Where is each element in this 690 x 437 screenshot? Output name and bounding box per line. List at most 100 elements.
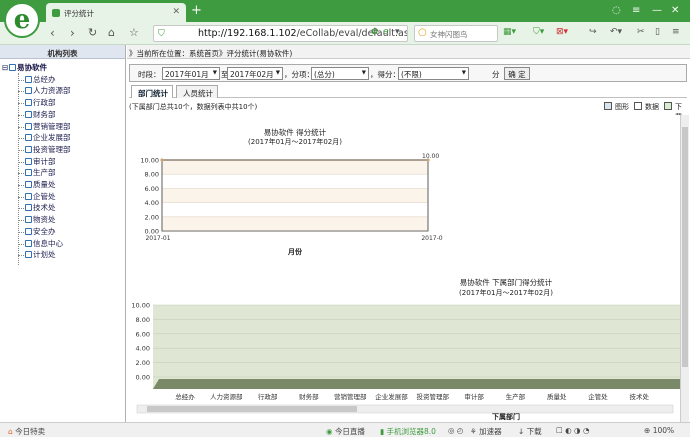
dept-icon [25,145,32,153]
tree-root[interactable]: ⊟ 易协软件 [2,62,125,74]
tree-item[interactable]: 安全办 [2,226,125,238]
period-to-select[interactable]: 2017年02月 [227,67,283,80]
tab-title: 评分统计 [64,9,94,18]
adblock-icon[interactable]: ⊠▾ [556,27,568,37]
skin-icon[interactable]: ◌ [612,5,621,16]
home-icon[interactable]: ⌂ [108,26,115,39]
chart1-ytick-label: 4.00 [145,199,159,207]
tree-item[interactable]: 生产部 [2,167,125,179]
download-icon [664,102,672,110]
tab-dept-stats[interactable]: 部门统计 [131,85,173,98]
dept-icon [25,110,32,118]
browser-tab[interactable]: 评分统计 ✕ [46,3,186,22]
minimize-icon[interactable]: — [652,5,662,16]
search-box[interactable]: ○ 女神闪图鸟 [414,25,498,42]
more-menu-icon[interactable]: ≡ [672,27,680,37]
tab-staff-stats[interactable]: 人员统计 [176,85,218,98]
address-bar[interactable]: ⛉ http://192.168.1.102/eCollab/eval/defa… [153,25,408,42]
chart1-ytick-label: 6.00 [145,185,159,193]
chart2-xlabel: 下属部门 [492,412,520,421]
summary-text: (下属部门总共10个，数据列表中共10个) [129,103,258,111]
chart2-xtick-label: 审计部 [464,392,484,401]
chart2-xtick-label: 人力资源部 [210,392,243,401]
tree-item[interactable]: 审计部 [2,156,125,168]
dept-icon [25,239,32,247]
dept-icon [25,216,32,224]
chart1-title: 易协软件 得分统计 [264,127,327,137]
chart2-xtick-label: 财务部 [299,392,319,401]
dept-icon [25,87,32,95]
charts-svg: 易协软件 得分统计(2017年01月～2017年02月)10.008.006.0… [131,127,680,421]
unit-label: 分 [492,70,500,79]
deals-link[interactable]: ⌂ 今日特卖 [8,426,45,437]
shield-icon[interactable]: ⛉▾ [533,27,544,37]
view-data-option[interactable]: 数据 [634,102,659,112]
tree-item[interactable]: 计划处 [2,249,125,261]
scrollbar-thumb[interactable] [682,127,688,367]
period-from-select[interactable]: 2017年01月 [162,67,220,80]
accelerator-link[interactable]: ⚘ 加速器 [470,426,502,437]
dept-icon [25,134,32,142]
category-select[interactable]: (总分) [311,67,369,80]
bookmark-star-icon[interactable]: ☆ [129,26,139,39]
tree-item[interactable]: 投资管理部 [2,144,125,156]
address-dropdown-icon[interactable]: ▾ [395,27,400,37]
download-link[interactable]: ↓ 下载 [518,426,542,437]
tree-item[interactable]: 人力资源部 [2,85,125,97]
deals-icon: ⌂ [8,427,13,436]
screenshot-icon[interactable]: ✂ [637,27,645,37]
dept-icon [25,99,32,107]
tree-item[interactable]: 总经办 [2,74,125,86]
reload-icon[interactable]: ↻ [88,26,97,39]
breadcrumb-home-link[interactable]: 系统首页 [189,49,219,58]
chart2-xtick-label: 企管处 [588,392,608,401]
new-tab-button[interactable]: + [191,3,202,18]
chart2-xtick-label: 生产部 [506,392,526,401]
phone-browser-link[interactable]: ▮ 手机浏览器8.0 [380,426,436,437]
stat-tabs: 部门统计 人员统计 [129,84,687,98]
data-view-icon [634,102,642,110]
tree-item[interactable]: 信息中心 [2,238,125,250]
tree-item[interactable]: 物资处 [2,214,125,226]
tree-item[interactable]: 企管处 [2,191,125,203]
confirm-button[interactable]: 确 定 [504,67,530,80]
undo-icon[interactable]: ↶▾ [610,27,622,37]
dept-icon [25,181,32,189]
chart2-xtick-label: 投资管理部 [417,392,450,401]
share-icon[interactable]: ↪ [589,27,597,37]
breadcrumb: 》当前所在位置：系统首页》评分统计(易协软件) [127,45,690,59]
chart2-ytick-label: 8.00 [136,316,150,324]
search-engine-icon: ○ [418,27,427,38]
view-chart-option[interactable]: 图形 [604,102,629,112]
org-tree: ⊟ 易协软件 总经办 人力资源部 行政部 财务部 营销管理部 企业发展部 投资管理… [0,59,125,265]
tree-item[interactable]: 企业发展部 [2,132,125,144]
tree-item[interactable]: 财务部 [2,109,125,121]
extension-icon[interactable]: ✿ [371,27,379,37]
apps-grid-icon[interactable]: ▦▾ [503,27,516,37]
charts-area: 易协软件 得分统计 (2017年01月～2017年02月) 10.00 8.00 6.0… [129,115,680,422]
tree-item[interactable]: 质量处 [2,179,125,191]
score-label: ，得分： [370,70,400,79]
dept-icon [25,169,32,177]
score-select[interactable]: (不限) [398,67,469,80]
filter-bar: 时段： 2017年01月 至 2017年02月 ，分项： (总分) ，得分： (… [129,64,687,82]
zoom-control[interactable]: ⊕ 100% [644,426,674,435]
close-window-icon[interactable]: ✕ [671,5,679,16]
close-tab-icon[interactable]: ✕ [172,7,180,17]
forward-icon[interactable]: › [70,26,75,40]
period-label: 时段： [138,70,161,79]
vertical-scrollbar[interactable] [680,115,689,422]
ie-mode-icon[interactable]: e [383,27,389,37]
url-path: /eCollab/eval/default.asp [296,28,408,39]
back-icon[interactable]: ‹ [50,26,55,40]
collapse-icon[interactable]: ⊟ [2,62,8,74]
tree-item[interactable]: 营销管理部 [2,121,125,133]
phone-icon[interactable]: ▯ [655,27,660,37]
chart1-point [160,158,164,162]
menu-icon[interactable]: ≡ [632,5,640,16]
breadcrumb-prefix: 》当前所在位置： [129,49,189,58]
live-link[interactable]: ◉ 今日直播 [326,426,365,437]
tree-item[interactable]: 行政部 [2,97,125,109]
status-tools-icons[interactable]: ☐ ◐ ◑ ◔ [556,426,590,435]
tree-item[interactable]: 技术处 [2,202,125,214]
